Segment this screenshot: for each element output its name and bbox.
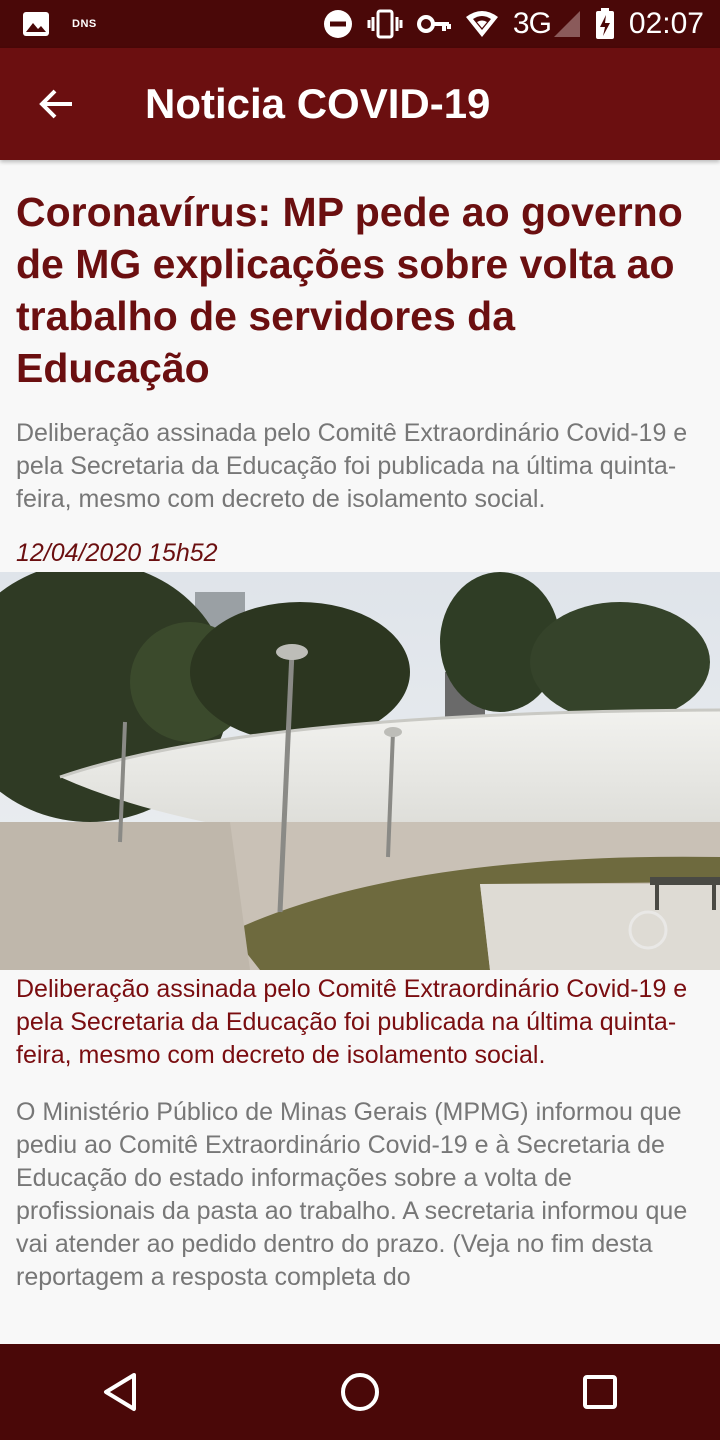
back-triangle-icon (104, 1373, 136, 1411)
network-type: 3G (512, 7, 552, 40)
recents-square-icon (583, 1375, 617, 1409)
do-not-disturb-icon (323, 10, 352, 38)
article-date: 12/04/2020 15h52 (16, 539, 218, 567)
clock: 02:07 (628, 7, 704, 40)
nav-back-button[interactable] (60, 1344, 180, 1440)
back-button[interactable] (0, 48, 112, 160)
image-icon (23, 12, 49, 36)
battery-charging-icon (595, 8, 614, 39)
article-scroll-view[interactable]: Coronavírus: MP pede ao governo de MG ex… (0, 160, 720, 1344)
nav-recents-button[interactable] (540, 1344, 660, 1440)
photo-caption: Deliberação assinada pelo Comitê Extraor… (16, 975, 688, 1069)
article-body: O Ministério Público de Minas Gerais (MP… (16, 1098, 688, 1291)
dns-label: DNS (72, 18, 97, 30)
navigation-bar (0, 1344, 720, 1440)
article-summary: Deliberação assinada pelo Comitê Extraor… (16, 419, 688, 513)
wifi-icon (465, 11, 498, 37)
arrow-back-icon (39, 89, 72, 119)
vpn-key-icon (416, 15, 451, 33)
article-photo (0, 572, 720, 970)
home-circle-icon (341, 1373, 379, 1411)
app-bar: Noticia COVID-19 (0, 48, 720, 160)
status-bar: DNS 3G 02:07 (0, 0, 720, 48)
vibrate-icon (367, 9, 403, 39)
nav-home-button[interactable] (300, 1344, 420, 1440)
status-bar-right: 3G 02:07 (309, 7, 704, 41)
signal-icon (553, 11, 580, 37)
article-headline: Coronavírus: MP pede ao governo de MG ex… (16, 189, 683, 391)
status-bar-left: DNS (22, 11, 119, 37)
page-title: Noticia COVID-19 (145, 80, 491, 127)
